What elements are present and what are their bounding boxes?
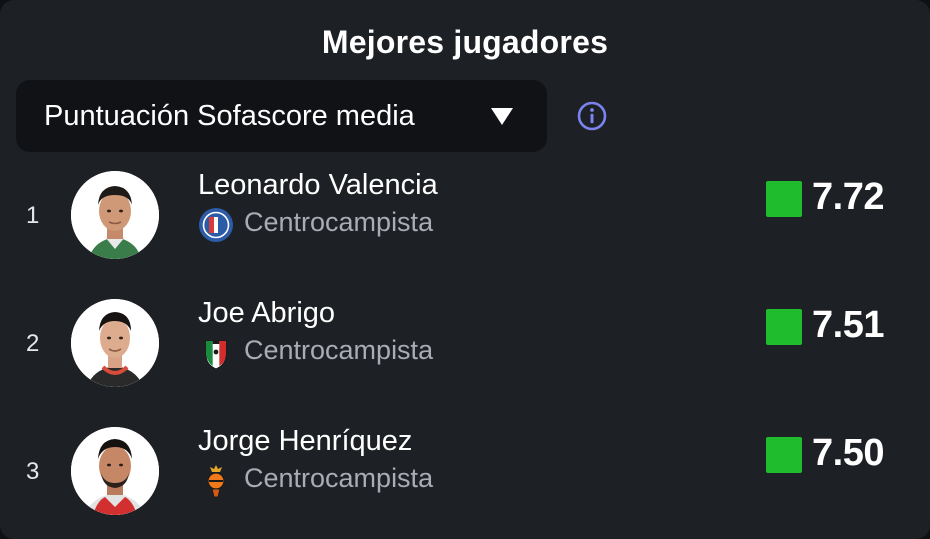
player-rank: 1 (26, 202, 40, 229)
player-row[interactable]: 3 Jorge Henríquez Centrocampista 7.50 (0, 408, 930, 536)
rating-color-indicator (766, 181, 802, 217)
player-position: Centrocampista (244, 335, 434, 365)
player-name[interactable]: Joe Abrigo (198, 297, 335, 330)
player-rating: 7.50 (812, 432, 884, 474)
player-avatar[interactable] (71, 299, 159, 387)
player-row[interactable]: 2 Joe Abrigo Centrocampista 7.51 (0, 280, 930, 408)
player-position: Centrocampista (244, 463, 434, 493)
panel-title: Mejores jugadores (321, 24, 609, 60)
club-crest-orange-icon (207, 465, 225, 498)
player-name[interactable]: Jorge Henríquez (198, 425, 412, 458)
stat-selector-label: Puntuación Sofascore media (44, 99, 415, 132)
club-crest-tricolor-icon (205, 340, 227, 370)
rating-color-indicator (766, 309, 802, 345)
stat-selector-dropdown[interactable]: Puntuación Sofascore media (16, 80, 547, 152)
caret-down-icon (491, 108, 513, 125)
info-icon[interactable] (576, 100, 608, 132)
player-avatar[interactable] (71, 427, 159, 515)
player-row[interactable]: 1 Leonardo Valencia Centrocampista 7.72 (0, 152, 930, 280)
player-rating: 7.72 (812, 176, 884, 218)
club-crest-blue-icon (199, 208, 233, 242)
player-rating: 7.51 (812, 304, 884, 346)
player-rank: 3 (26, 458, 40, 485)
player-position: Centrocampista (244, 207, 434, 237)
rating-color-indicator (766, 437, 802, 473)
player-name[interactable]: Leonardo Valencia (198, 169, 438, 202)
player-avatar[interactable] (71, 171, 159, 259)
top-players-panel: Mejores jugadores Puntuación Sofascore m… (0, 0, 930, 539)
player-rank: 2 (26, 330, 40, 357)
